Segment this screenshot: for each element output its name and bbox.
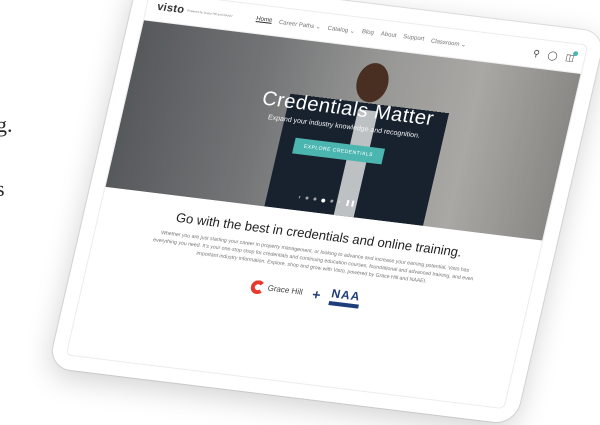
carousel-dot-active[interactable] [320,197,326,203]
logo-tagline: Powered by Grace Hill and NAAEI [186,8,233,19]
stage: visto Powered by Grace Hill and NAAEI Ho… [0,0,600,425]
nav-icons: ⚲ ◯ ◫ [532,48,575,64]
tablet-frame: visto Powered by Grace Hill and NAAEI Ho… [48,0,600,425]
chevron-left-icon[interactable]: ‹ [298,194,301,200]
nav-catalog[interactable]: Catalog ⌄ [327,24,356,34]
gracehill-logo: Grace Hill [249,279,304,299]
pause-icon[interactable]: ❚❚ [344,199,356,207]
cart-icon[interactable]: ◫ [564,52,576,64]
chevron-right-icon[interactable]: › [338,199,341,205]
visto-logo[interactable]: visto [156,1,186,16]
naa-logo: NAA [328,286,362,309]
gracehill-wordmark: Grace Hill [266,283,304,297]
nav-classroom[interactable]: Classroom ⌄ [430,37,467,48]
nav-support[interactable]: Support [402,34,425,43]
website-screen: visto Powered by Grace Hill and NAAEI Ho… [65,0,589,410]
nav-career-paths[interactable]: Career Paths ⌄ [278,18,321,30]
carousel-dot[interactable] [313,197,317,201]
nav-about[interactable]: About [380,31,397,40]
search-icon[interactable]: ⚲ [532,48,541,60]
carousel-dot[interactable] [329,199,334,203]
nav-home[interactable]: Home [255,16,273,25]
gracehill-mark-icon [249,279,267,295]
carousel-dot[interactable] [305,196,309,200]
plus-sign: + [310,285,323,303]
nav-blog[interactable]: Blog [361,29,374,37]
user-icon[interactable]: ◯ [546,49,559,61]
